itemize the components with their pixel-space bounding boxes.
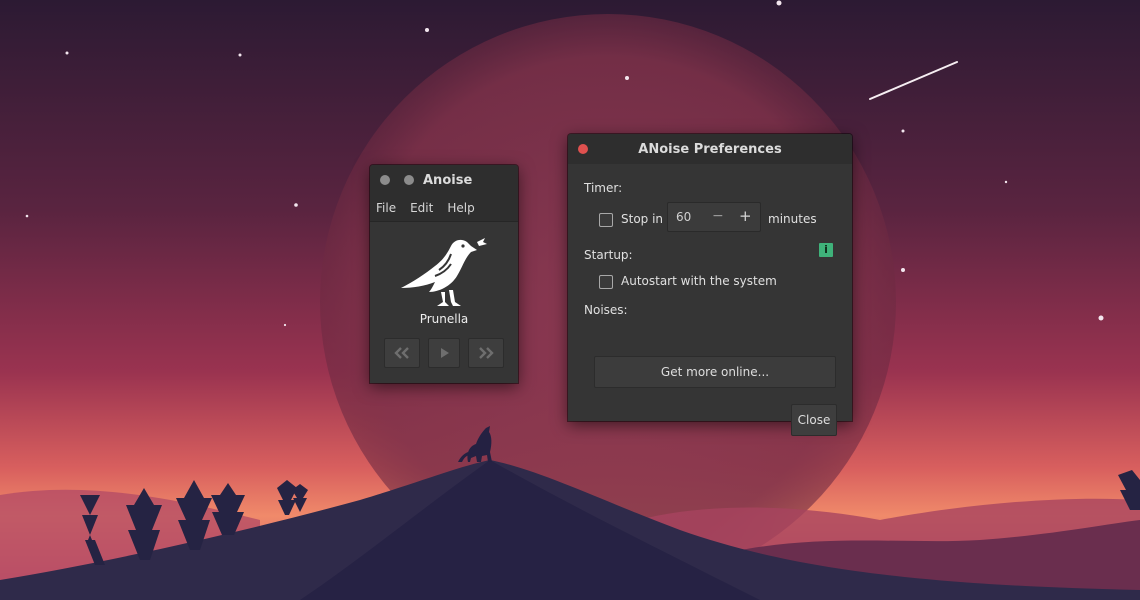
menu-file[interactable]: File — [376, 201, 396, 215]
autostart-checkbox[interactable] — [599, 275, 613, 289]
window-button-icon[interactable] — [380, 175, 390, 185]
play-button[interactable] — [428, 338, 460, 368]
next-button[interactable] — [468, 338, 504, 368]
window-title: ANoise Preferences — [638, 141, 782, 157]
get-more-online-button[interactable]: Get more online... — [594, 356, 836, 388]
previous-button[interactable] — [384, 338, 420, 368]
plus-icon[interactable]: + — [739, 207, 752, 225]
window-button-icon[interactable] — [404, 175, 414, 185]
anoise-window: Anoise File Edit Help Prunella — [370, 165, 518, 383]
minutes-label: minutes — [768, 212, 817, 226]
menubar: File Edit Help — [370, 195, 518, 222]
anoise-titlebar[interactable]: Anoise — [370, 165, 518, 195]
info-icon[interactable]: i — [819, 243, 833, 257]
preferences-titlebar[interactable]: ANoise Preferences — [568, 134, 852, 164]
stop-in-label[interactable]: Stop in — [621, 212, 663, 226]
double-chevron-left-icon — [394, 347, 409, 359]
bird-icon — [401, 238, 487, 306]
menu-help[interactable]: Help — [447, 201, 474, 215]
menu-edit[interactable]: Edit — [410, 201, 433, 215]
noise-name: Prunella — [419, 312, 469, 326]
close-button[interactable]: Close — [791, 404, 837, 436]
double-chevron-right-icon — [479, 347, 494, 359]
noises-heading: Noises: — [584, 303, 628, 317]
playback-controls — [370, 338, 518, 368]
spinbox-value[interactable]: 60 — [676, 210, 691, 224]
window-title: Anoise — [423, 172, 473, 188]
play-icon — [441, 348, 449, 358]
stop-in-checkbox[interactable] — [599, 213, 613, 227]
autostart-label[interactable]: Autostart with the system — [621, 274, 777, 288]
minutes-spinbox[interactable]: 60 − + — [667, 202, 761, 232]
preferences-window: ANoise Preferences Timer: Stop in 60 − +… — [568, 134, 852, 436]
minus-icon[interactable]: − — [712, 208, 724, 224]
noise-artwork — [370, 222, 518, 310]
close-window-icon[interactable] — [578, 144, 588, 154]
timer-heading: Timer: — [584, 181, 623, 195]
startup-heading: Startup: — [584, 248, 633, 262]
